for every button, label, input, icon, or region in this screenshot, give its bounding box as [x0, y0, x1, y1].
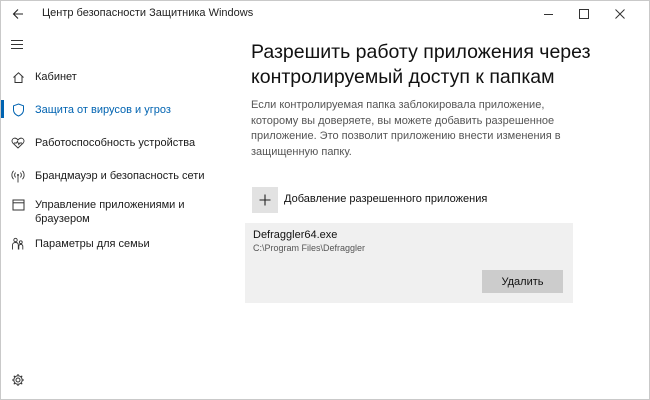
sidebar-item-label: Управление приложениями и браузером	[35, 199, 185, 225]
shield-icon	[10, 102, 26, 118]
hamburger-menu-icon[interactable]	[11, 37, 27, 51]
window-title: Центр безопасности Защитника Windows	[42, 7, 254, 19]
sidebar-item-label: Брандмауэр и безопасность сети	[35, 170, 205, 182]
sidebar-item-label: Параметры для семьи	[35, 238, 150, 250]
heart-icon	[10, 135, 26, 151]
add-allowed-app-label: Добавление разрешенного приложения	[284, 193, 488, 205]
maximize-icon	[579, 9, 589, 19]
app-path: C:\Program Files\Defraggler	[253, 243, 366, 253]
main-content: Разрешить работу приложения через контро…	[245, 27, 631, 399]
plus-icon	[252, 187, 278, 213]
sidebar-item-label: Кабинет	[35, 71, 77, 83]
sidebar-item-device-health[interactable]: Работоспособность устройства	[1, 133, 226, 155]
app-name: Defraggler64.exe	[253, 229, 338, 241]
sidebar-item-label: Защита от вирусов и угроз	[35, 104, 171, 116]
close-button[interactable]	[602, 1, 638, 27]
sidebar: Кабинет Защита от вирусов и угроз Работо…	[1, 27, 226, 399]
allowed-app-item[interactable]: Defraggler64.exe C:\Program Files\Defrag…	[245, 223, 573, 303]
family-icon	[10, 236, 26, 252]
maximize-button[interactable]	[566, 1, 602, 27]
app-window: Центр безопасности Защитника Windows Каб…	[0, 0, 650, 400]
sidebar-item-home[interactable]: Кабинет	[1, 67, 226, 89]
sidebar-item-virus-protection[interactable]: Защита от вирусов и угроз	[1, 100, 226, 122]
minimize-button[interactable]	[530, 1, 566, 27]
back-icon[interactable]	[9, 5, 27, 23]
sidebar-item-label: Работоспособность устройства	[35, 137, 196, 149]
page-description: Если контролируемая папка заблокировала …	[251, 99, 561, 158]
page-title: Разрешить работу приложения через контро…	[251, 41, 591, 88]
remove-button[interactable]: Удалить	[482, 270, 563, 293]
browser-window-icon	[10, 197, 26, 213]
home-icon	[10, 69, 26, 85]
minimize-icon	[543, 13, 553, 15]
sidebar-item-family-options[interactable]: Параметры для семьи	[1, 234, 226, 256]
antenna-icon	[10, 168, 26, 184]
sidebar-item-app-browser-control[interactable]: Управление приложениями и браузером	[1, 195, 226, 231]
gear-icon[interactable]	[11, 373, 27, 389]
sidebar-item-firewall[interactable]: Брандмауэр и безопасность сети	[1, 166, 226, 188]
title-bar: Центр безопасности Защитника Windows	[1, 1, 649, 27]
close-icon	[615, 9, 625, 19]
add-allowed-app-button[interactable]: Добавление разрешенного приложения	[251, 187, 551, 213]
